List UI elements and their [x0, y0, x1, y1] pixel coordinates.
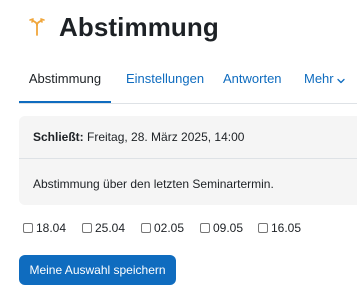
closes-value: Freitag, 28. März 2025, 14:00 — [87, 130, 245, 144]
closes-date-row: Schließt: Freitag, 28. März 2025, 14:00 — [33, 130, 244, 144]
activity-description: Abstimmung über den letzten Seminartermi… — [33, 177, 274, 191]
panel-divider — [19, 158, 357, 159]
option-checkbox[interactable] — [258, 223, 268, 233]
option-label: 18.04 — [36, 221, 67, 235]
save-choice-button[interactable]: Meine Auswahl speichern — [19, 255, 176, 285]
tab-abstimmung[interactable]: Abstimmung — [19, 57, 111, 103]
tab-mehr[interactable]: Mehr — [304, 57, 345, 103]
option-label: 02.05 — [154, 221, 185, 235]
option-label: 16.05 — [271, 221, 302, 235]
option-checkbox[interactable] — [141, 223, 151, 233]
option-label: 25.04 — [95, 221, 126, 235]
choice-icon — [27, 17, 47, 37]
option-item[interactable]: 18.04 — [23, 221, 66, 235]
page-title: Abstimmung — [59, 11, 219, 42]
tab-antworten[interactable]: Antworten — [223, 57, 282, 103]
closes-label: Schließt: — [33, 130, 84, 144]
option-checkbox[interactable] — [82, 223, 92, 233]
option-item[interactable]: 09.05 — [200, 221, 243, 235]
option-item[interactable]: 16.05 — [258, 221, 301, 235]
page-header: Abstimmung — [27, 9, 219, 45]
activity-dates-panel: Schließt: Freitag, 28. März 2025, 14:00 … — [19, 116, 357, 205]
option-item[interactable]: 25.04 — [82, 221, 125, 235]
option-label: 09.05 — [213, 221, 244, 235]
chevron-down-icon — [336, 58, 345, 102]
option-checkbox[interactable] — [200, 223, 210, 233]
tab-bar: Abstimmung Einstellungen Antworten Mehr — [19, 57, 357, 104]
option-checkbox[interactable] — [23, 223, 33, 233]
option-item[interactable]: 02.05 — [141, 221, 184, 235]
tab-einstellungen[interactable]: Einstellungen — [126, 57, 204, 103]
tab-mehr-label: Mehr — [304, 71, 334, 86]
